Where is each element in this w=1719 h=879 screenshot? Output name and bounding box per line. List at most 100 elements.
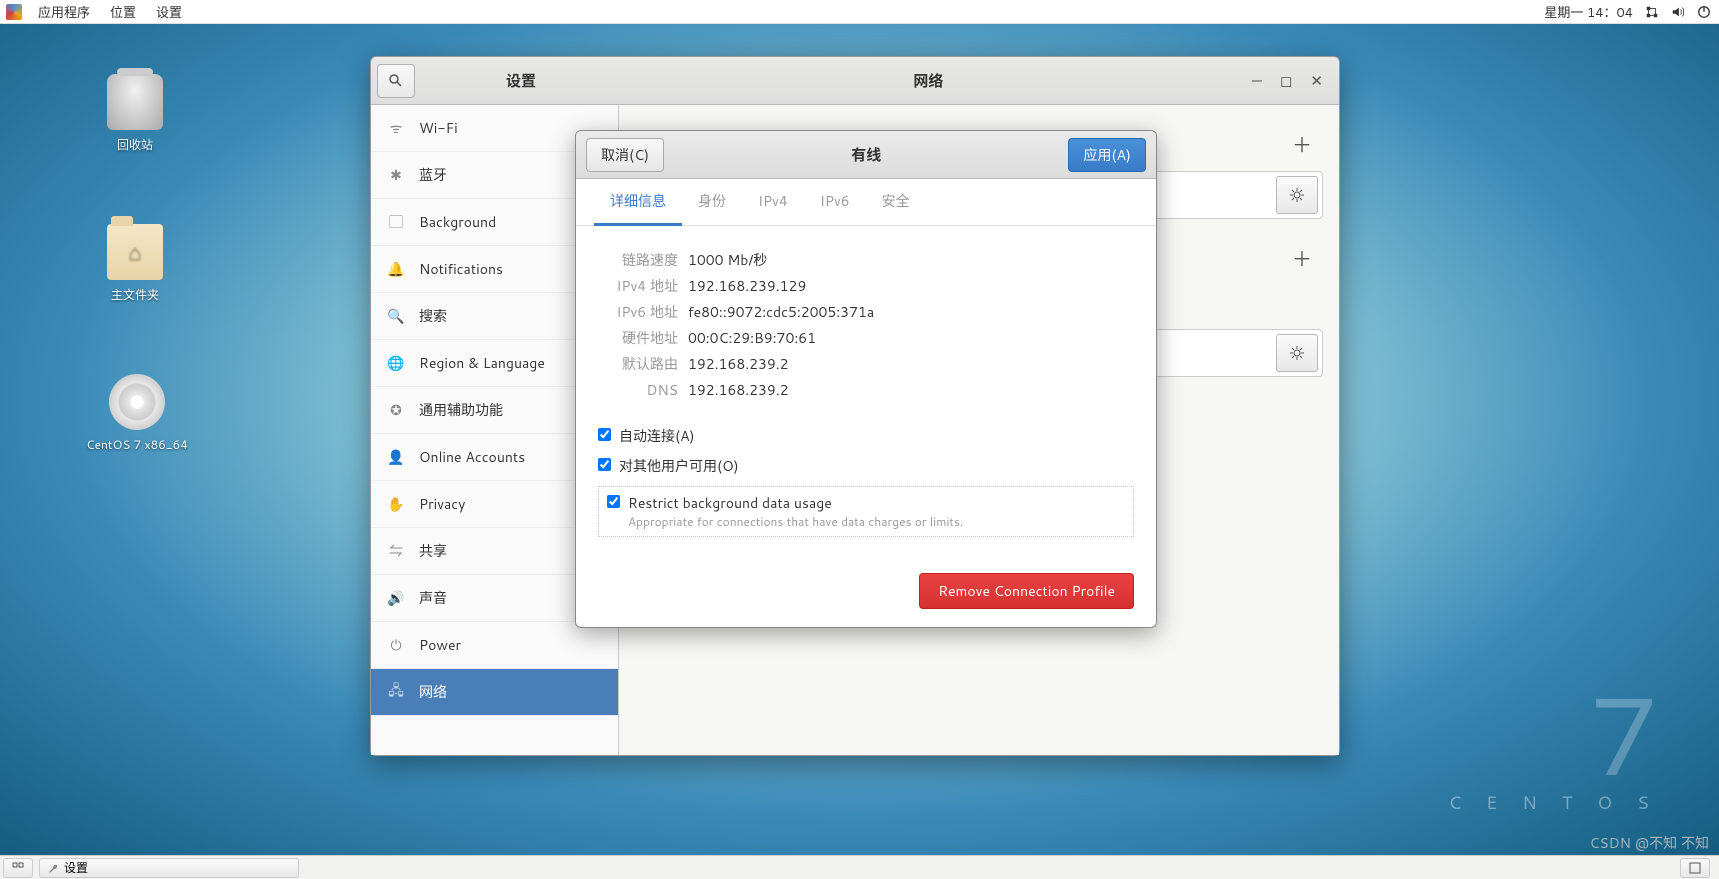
link-speed-value: 1000 Mb/秒 — [688, 250, 767, 270]
window-title-left: 设置 — [421, 70, 621, 91]
sidebar-item-label: 网络 — [419, 682, 447, 702]
home-folder-label: 主文件夹 — [90, 286, 180, 303]
window-close-button[interactable]: ✕ — [1310, 70, 1323, 91]
sidebar-item-label: 共享 — [419, 541, 447, 561]
show-desktop-button[interactable] — [3, 858, 33, 878]
folder-icon: ⌂ — [107, 224, 163, 280]
taskbar-tray-button[interactable] — [1680, 858, 1710, 878]
desktop-disc[interactable]: CentOS 7 x86_64 — [72, 374, 202, 453]
add-vpn-button[interactable]: ＋ — [1281, 239, 1323, 277]
privacy-icon: ✋ — [387, 494, 405, 514]
window-minimize-button[interactable]: — — [1252, 70, 1262, 91]
sidebar-item-label: Notifications — [419, 259, 503, 279]
bt-icon: ✱ — [387, 165, 405, 185]
watermark: CSDN @不知 不知 — [1589, 833, 1709, 853]
access-icon: ✪ — [387, 400, 405, 420]
power-tray-icon[interactable] — [1697, 5, 1711, 19]
dns-value: 192.168.239.2 — [688, 380, 789, 400]
clock-label: 星期一 14：04 — [1544, 2, 1633, 22]
available-others-checkbox[interactable]: 对其他用户可用(O) — [598, 456, 1134, 476]
sidebar-item-label: Online Accounts — [419, 447, 525, 467]
apply-button[interactable]: 应用(A) — [1068, 138, 1146, 172]
wallpaper-version: 7 — [1448, 679, 1659, 789]
dialog-tab-2[interactable]: IPv4 — [742, 179, 804, 225]
menu-applications[interactable]: 应用程序 — [28, 2, 100, 22]
hw-value: 00:0C:29:B9:70:61 — [688, 328, 816, 348]
desktop-home-folder[interactable]: ⌂ 主文件夹 — [90, 224, 180, 303]
proxy-settings-button[interactable] — [1276, 334, 1318, 372]
bg-icon: ▢ — [387, 212, 405, 232]
gear-icon — [1289, 345, 1305, 361]
distro-logo-icon — [6, 4, 22, 20]
sidebar-item-label: 通用辅助功能 — [419, 400, 503, 420]
add-wired-button[interactable]: ＋ — [1281, 125, 1323, 163]
route-value: 192.168.239.2 — [688, 354, 789, 374]
wallpaper-branding: 7 C E N T O S — [1448, 679, 1659, 815]
sidebar-item-label: Privacy — [419, 494, 465, 514]
sidebar-item-label: Power — [419, 635, 461, 655]
restrict-label: Restrict background data usage — [628, 493, 963, 513]
ipv4-label: IPv4 地址 — [598, 276, 678, 296]
ipv4-value: 192.168.239.129 — [688, 276, 806, 296]
trash-label: 回收站 — [90, 136, 180, 153]
dialog-tab-0[interactable]: 详细信息 — [594, 179, 682, 226]
sound-icon: 🔊 — [387, 588, 405, 608]
sidebar-item-net[interactable]: 🖧 网络 — [371, 669, 618, 716]
workspace-icon — [12, 862, 24, 874]
top-menu-bar: 应用程序 位置 设置 星期一 14：04 — [0, 0, 1719, 24]
wired-settings-button[interactable] — [1276, 176, 1318, 214]
wrench-icon — [48, 862, 60, 874]
connection-dialog: 取消(C) 有线 应用(A) 详细信息身份IPv4IPv6安全 链路速度 1000… — [575, 130, 1157, 628]
remove-connection-button[interactable]: Remove Connection Profile — [919, 573, 1134, 609]
sidebar-item-label: Wi-Fi — [419, 118, 458, 138]
dialog-titlebar[interactable]: 取消(C) 有线 应用(A) — [576, 131, 1156, 179]
bell-icon: 🔔 — [387, 259, 405, 279]
share-icon: ⇋ — [387, 541, 405, 561]
sidebar-item-label: 搜索 — [419, 306, 447, 326]
search-button[interactable] — [377, 64, 415, 98]
sidebar-item-label: Region & Language — [419, 353, 545, 373]
bottom-taskbar: 设置 — [0, 855, 1719, 879]
dialog-tab-4[interactable]: 安全 — [866, 179, 926, 225]
restrict-data-checkbox[interactable]: Restrict background data usage Appropria… — [607, 493, 1125, 530]
menu-places[interactable]: 位置 — [100, 2, 146, 22]
restrict-sublabel: Appropriate for connections that have da… — [628, 513, 963, 530]
net-icon: 🖧 — [387, 680, 405, 704]
disc-label: CentOS 7 x86_64 — [72, 436, 202, 453]
link-speed-label: 链路速度 — [598, 250, 678, 270]
search-icon — [388, 73, 404, 89]
globe-icon: 🌐 — [387, 353, 405, 373]
sidebar-item-label: Background — [419, 212, 496, 232]
gear-icon — [1289, 187, 1305, 203]
route-label: 默认路由 — [598, 354, 678, 374]
sidebar-item-label: 蓝牙 — [419, 165, 447, 185]
disc-icon — [109, 374, 165, 430]
tray-icon — [1689, 862, 1701, 874]
trash-icon — [107, 74, 163, 130]
power-icon: ⏻ — [387, 635, 405, 655]
volume-tray-icon[interactable] — [1671, 5, 1685, 19]
dialog-title: 有线 — [664, 144, 1068, 165]
menu-settings[interactable]: 设置 — [146, 2, 192, 22]
network-tray-icon[interactable] — [1645, 5, 1659, 19]
dns-label: DNS — [598, 380, 678, 400]
dialog-tab-3[interactable]: IPv6 — [804, 179, 866, 225]
dialog-tabs: 详细信息身份IPv4IPv6安全 — [576, 179, 1156, 226]
auto-connect-checkbox[interactable]: 自动连接(A) — [598, 426, 1134, 446]
sidebar-item-label: 声音 — [419, 588, 447, 608]
wallpaper-name: C E N T O S — [1448, 789, 1659, 815]
search-icon: 🔍 — [387, 306, 405, 326]
cloud-icon: 👤 — [387, 447, 405, 467]
taskbar-settings-entry[interactable]: 设置 — [39, 858, 299, 878]
window-titlebar[interactable]: 设置 网络 — ◻ ✕ — [371, 57, 1339, 105]
ipv6-label: IPv6 地址 — [598, 302, 678, 322]
window-maximize-button[interactable]: ◻ — [1280, 70, 1292, 91]
ipv6-value: fe80::9072:cdc5:2005:371a — [688, 302, 874, 322]
wifi-icon: ᯤ — [387, 118, 405, 138]
sidebar-item-power[interactable]: ⏻ Power — [371, 622, 618, 669]
window-title-center: 网络 — [621, 70, 1236, 91]
dialog-tab-1[interactable]: 身份 — [682, 179, 742, 225]
hw-label: 硬件地址 — [598, 328, 678, 348]
desktop-trash[interactable]: 回收站 — [90, 74, 180, 153]
cancel-button[interactable]: 取消(C) — [586, 138, 664, 172]
